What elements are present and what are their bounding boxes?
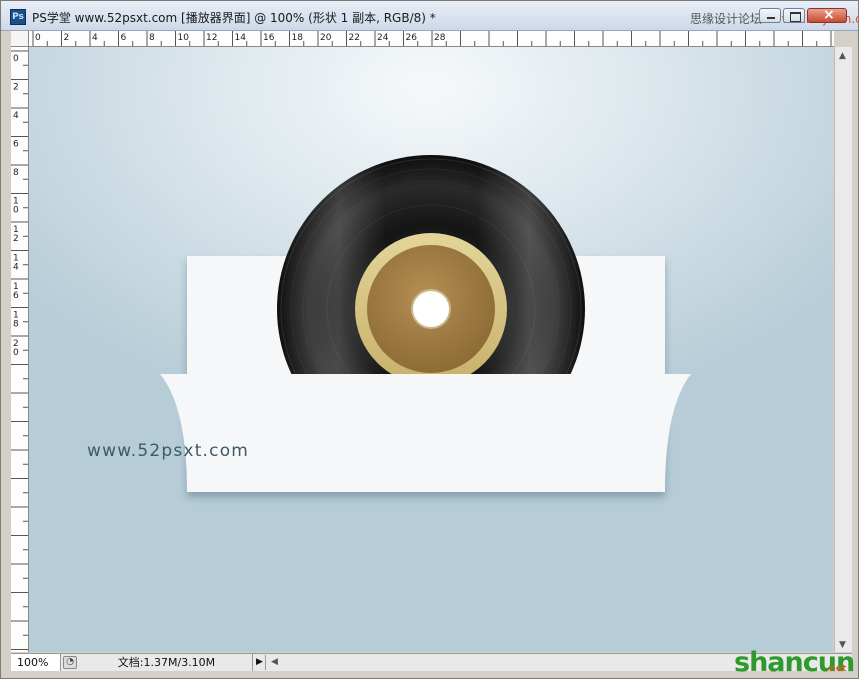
- zoom-navigator-icon[interactable]: ◔: [63, 656, 77, 669]
- ruler-label: 6: [121, 33, 127, 43]
- ruler-label: 24: [377, 33, 389, 43]
- ruler-label: 6: [13, 140, 19, 150]
- scroll-left-arrow-icon[interactable]: ◀: [271, 655, 278, 670]
- document-title: PS学堂 www.52psxt.com [播放器界面] @ 100% (形状 1…: [32, 11, 436, 25]
- status-menu-arrow-icon[interactable]: ▶: [254, 655, 266, 670]
- vertical-scrollbar[interactable]: ▲ ▼: [834, 47, 852, 652]
- ruler-label: 2: [64, 33, 70, 43]
- vertical-ruler-ticks: 02468101214161820: [11, 50, 28, 650]
- document-canvas[interactable]: www.52psxt.com: [29, 47, 833, 652]
- ruler-label: 22: [349, 33, 360, 43]
- status-bar: 100% ◔ 文档:1.37M/3.10M ▶ ◀: [11, 653, 852, 671]
- ruler-label: 0: [13, 54, 19, 64]
- ruler-label: 4: [13, 111, 19, 121]
- ruler-label: 4: [13, 263, 19, 273]
- scroll-up-arrow-icon[interactable]: ▲: [839, 51, 846, 61]
- ruler-origin-corner[interactable]: [11, 31, 29, 47]
- artwork: [160, 155, 691, 492]
- ruler-label: 2: [13, 83, 19, 93]
- vertical-ruler[interactable]: 02468101214161820: [11, 47, 29, 652]
- record-spindle-hole: [411, 289, 451, 329]
- website-url-text: www.52psxt.com: [87, 441, 250, 461]
- ruler-label: 18: [292, 33, 304, 43]
- ruler-label: 2: [13, 234, 19, 244]
- minimize-button[interactable]: [759, 8, 781, 23]
- zoom-field[interactable]: 100%: [11, 654, 61, 671]
- ruler-label: 0: [13, 206, 19, 216]
- ruler-label: 0: [35, 33, 41, 43]
- close-button[interactable]: [807, 7, 847, 23]
- left-panel-edge: [1, 31, 11, 653]
- ruler-label: 14: [235, 33, 247, 43]
- ruler-label: 16: [263, 33, 275, 43]
- shancun-net-suffix: .net: [826, 664, 847, 674]
- ruler-label: 12: [206, 33, 217, 43]
- ruler-label: 0: [13, 348, 19, 358]
- ruler-label: 6: [13, 291, 19, 301]
- ruler-label: 8: [13, 320, 19, 330]
- top-watermark-prefix: 思缘设计论坛: [690, 12, 763, 26]
- title-bar[interactable]: Ps PS学堂 www.52psxt.com [播放器界面] @ 100% (形…: [1, 1, 859, 31]
- horizontal-ruler[interactable]: 0 2 4 6 8 10 12 14 16 18 20 22 24 26 28: [29, 31, 834, 47]
- ruler-label: 8: [13, 168, 19, 178]
- horizontal-ruler-ticks: 0 2 4 6 8 10 12 14 16 18 20 22 24 26 28: [32, 31, 832, 46]
- photoshop-window: Ps PS学堂 www.52psxt.com [播放器界面] @ 100% (形…: [0, 0, 859, 679]
- ruler-label: 28: [434, 33, 446, 43]
- front-pocket: [160, 374, 691, 492]
- maximize-button[interactable]: [783, 8, 805, 23]
- ruler-label: 26: [406, 33, 418, 43]
- document-info: 文档:1.37M/3.10M: [81, 654, 253, 671]
- photoshop-app-icon: Ps: [10, 9, 26, 25]
- ruler-label: 8: [149, 33, 155, 43]
- ruler-label: 10: [178, 33, 190, 43]
- ruler-label: 4: [92, 33, 98, 43]
- ruler-label: 20: [320, 33, 332, 43]
